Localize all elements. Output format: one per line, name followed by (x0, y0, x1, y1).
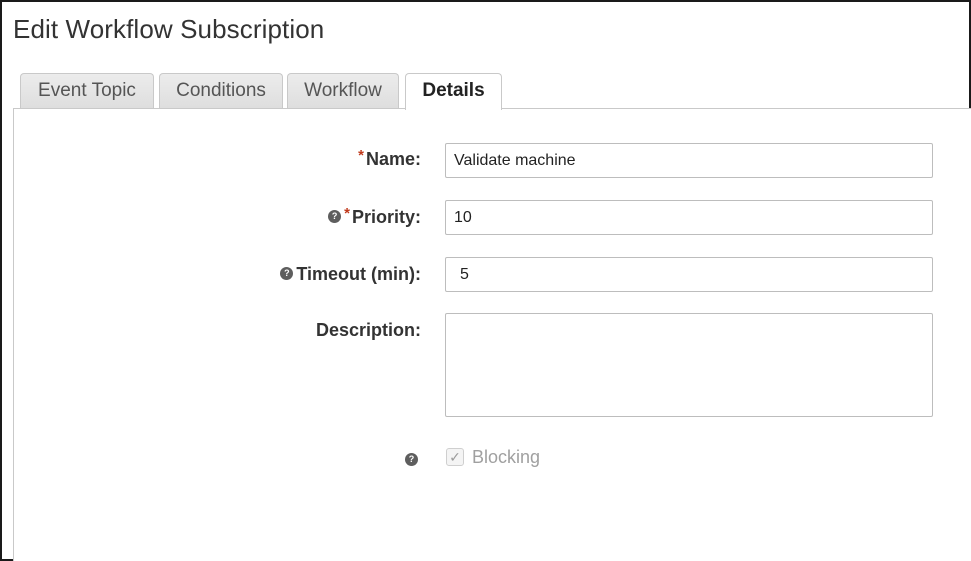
tab-details[interactable]: Details (405, 73, 502, 110)
description-field[interactable] (445, 313, 933, 417)
blocking-checkbox[interactable]: ✓ (446, 448, 464, 466)
timeout-field[interactable] (445, 257, 933, 292)
blocking-row: ? ✓ Blocking (405, 446, 540, 468)
description-label: Description: (315, 320, 421, 340)
timeout-label: Timeout (min): (296, 264, 421, 284)
name-label-row: * Name: (358, 147, 421, 170)
blocking-label: Blocking (472, 446, 541, 467)
timeout-label-row: ? Timeout (min): (280, 264, 421, 285)
priority-help-icon[interactable]: ? (328, 209, 342, 223)
blocking-help-icon[interactable]: ? (405, 452, 418, 466)
name-required-marker: * (358, 147, 364, 164)
name-label: Name: (365, 149, 421, 169)
tab-workflow[interactable]: Workflow (287, 73, 399, 108)
priority-label: Priority: (351, 207, 421, 227)
description-label-row: Description: (316, 320, 421, 341)
priority-required-marker: * (344, 205, 350, 222)
priority-label-row: ? * Priority: (328, 205, 421, 228)
dialog-title: Edit Workflow Subscription (13, 14, 325, 44)
edit-workflow-subscription-dialog: Edit Workflow Subscription Event Topic C… (0, 0, 971, 561)
name-field[interactable] (445, 143, 933, 178)
tab-event-topic[interactable]: Event Topic (20, 73, 154, 108)
tab-conditions[interactable]: Conditions (159, 73, 283, 108)
timeout-help-icon[interactable]: ? (280, 266, 294, 280)
priority-field[interactable] (445, 200, 933, 235)
